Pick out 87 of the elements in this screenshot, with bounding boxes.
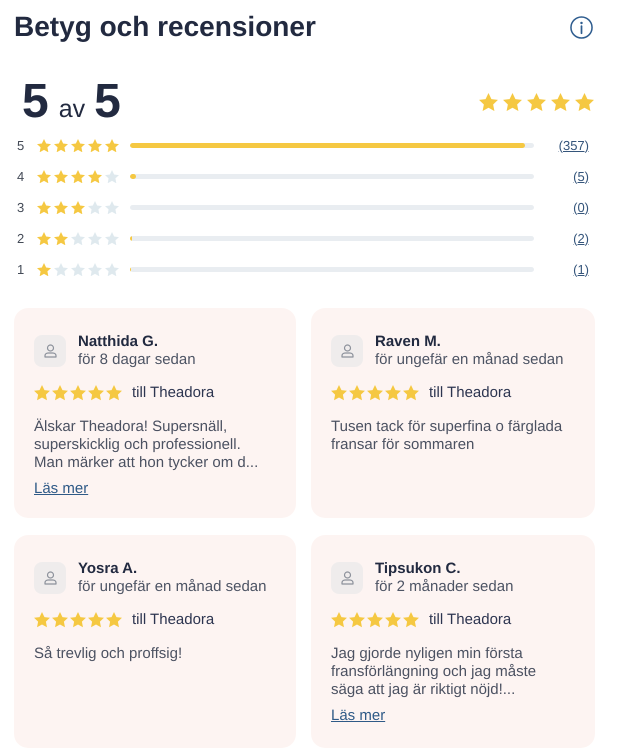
avatar-icon (331, 335, 363, 367)
star-icon (70, 612, 86, 628)
review-target: till Theadora (132, 384, 214, 402)
rating-label: 5 (17, 138, 24, 153)
star-icon (71, 232, 85, 246)
count-link[interactable]: (2) (573, 230, 589, 246)
star-icon (367, 385, 383, 401)
star-icon (54, 138, 68, 152)
info-icon[interactable] (570, 16, 593, 38)
star-icon (37, 200, 51, 214)
star-icon (575, 92, 594, 112)
star-icon (88, 612, 104, 628)
star-icon (88, 138, 102, 152)
read-more-link[interactable]: Läs mer (331, 707, 386, 724)
star-icon (385, 385, 401, 401)
reviewer-name: Raven M. (375, 333, 441, 351)
star-icon (105, 170, 119, 184)
star-icon (34, 612, 50, 628)
star-icon (503, 92, 522, 112)
review-text: Älskar Theadora! Supersnäll, superskicklig och professionell. Man märker att hon tycker om d... (34, 418, 260, 472)
star-icon (71, 138, 85, 152)
review-text: Så trevlig och proffsig! (34, 645, 182, 663)
review-date: för ungefär en månad sedan (375, 351, 564, 369)
star-icon (52, 385, 68, 401)
count-link[interactable]: (1) (573, 262, 589, 276)
rating-label: 3 (17, 200, 24, 215)
star-icon (71, 200, 85, 214)
star-icon (54, 200, 68, 214)
avatar-icon (331, 562, 363, 594)
star-icon (34, 385, 50, 401)
star-icon (37, 262, 51, 276)
star-icon (385, 612, 401, 628)
star-icon (331, 385, 347, 401)
rating-label: 2 (17, 231, 24, 246)
read-more-link[interactable]: Läs mer (34, 480, 88, 497)
review-date: för 8 dagar sedan (78, 351, 196, 369)
star-icon (37, 170, 51, 184)
review-text: Tusen tack för superfina o färglada fransar för sommaren (331, 418, 564, 454)
star-icon (70, 385, 86, 401)
star-icon (105, 232, 119, 246)
rating-label: 1 (17, 262, 24, 277)
star-icon (88, 232, 102, 246)
star-icon (37, 232, 51, 246)
star-icon (88, 170, 102, 184)
count-link[interactable]: (5) (573, 168, 589, 184)
star-icon (349, 385, 365, 401)
star-icon (54, 232, 68, 246)
review-target: till Theadora (429, 384, 512, 402)
star-icon (403, 612, 419, 628)
star-icon (52, 612, 68, 628)
reviewer-name: Tipsukon C. (375, 560, 461, 578)
rating-max: 5 (94, 76, 121, 128)
avatar-icon (34, 562, 66, 594)
star-icon (37, 138, 51, 152)
star-icon (367, 612, 383, 628)
star-icon (88, 385, 104, 401)
star-icon (105, 200, 119, 214)
star-icon (88, 262, 102, 276)
star-icon (106, 612, 122, 628)
count-link[interactable]: (357) (558, 138, 589, 152)
star-icon (71, 262, 85, 276)
reviewer-name: Yosra A. (78, 560, 138, 578)
star-icon (54, 170, 68, 184)
reviewer-name: Natthida G. (78, 333, 158, 351)
count-link[interactable]: (0) (573, 200, 589, 214)
rating-of-label: av (58, 94, 86, 124)
review-date: för 2 månader sedan (375, 578, 514, 596)
review-text: Jag gjorde nyligen min första fransförlängning och jag måste säga att jag är riktigt nöjd!... (331, 645, 538, 699)
section-title: Betyg och recensioner (14, 12, 316, 42)
star-icon (54, 262, 68, 276)
rating-label: 4 (17, 169, 24, 184)
review-target: till Theadora (132, 611, 214, 629)
star-icon (403, 385, 419, 401)
star-icon (551, 92, 570, 112)
star-icon (331, 612, 347, 628)
star-icon (105, 262, 119, 276)
star-icon (527, 92, 546, 112)
avatar-icon (34, 335, 66, 367)
star-icon (88, 200, 102, 214)
review-date: för ungefär en månad sedan (78, 578, 266, 596)
star-icon (349, 612, 365, 628)
star-icon (106, 385, 122, 401)
star-icon (71, 170, 85, 184)
star-icon (105, 138, 119, 152)
review-target: till Theadora (429, 611, 512, 629)
rating-score: 5 (22, 76, 49, 128)
star-icon (479, 92, 498, 112)
